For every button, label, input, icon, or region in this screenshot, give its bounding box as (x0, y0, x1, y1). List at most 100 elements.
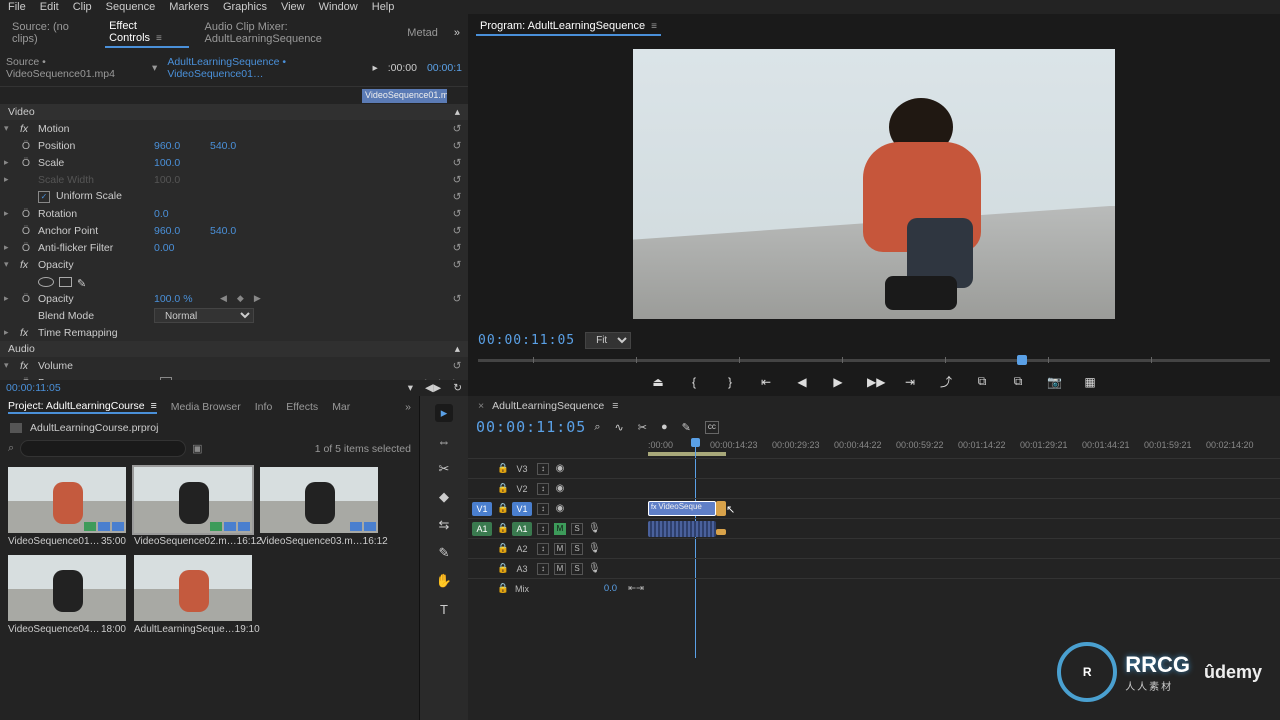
track-header-mix[interactable]: 🔒Mix0.0⇤⇥ (468, 578, 648, 598)
marker-icon[interactable]: ● (661, 421, 668, 434)
lane-v3[interactable] (648, 458, 1280, 478)
lift-button[interactable]: ⤴ (939, 373, 953, 390)
blend-mode-select[interactable]: Normal (154, 308, 254, 323)
tab-metadata[interactable]: Metad (403, 25, 442, 41)
lock-icon[interactable]: 🔒 (497, 523, 507, 534)
mark-out-button[interactable]: } (723, 375, 737, 389)
zoom-out-icon[interactable]: ▾ (408, 382, 413, 394)
voice-icon[interactable]: 🎙 (588, 543, 600, 555)
tab-effect-controls[interactable]: Effect Controls≡ (105, 18, 188, 48)
sync-lock-icon[interactable]: ↕ (537, 543, 549, 555)
audio-section-header[interactable]: Audio▴ (0, 341, 468, 357)
rect-mask-icon[interactable] (59, 277, 72, 287)
prop-blend-mode[interactable]: Blend ModeNormal (0, 307, 468, 324)
caption-icon[interactable]: cc (705, 421, 719, 434)
menu-clip[interactable]: Clip (73, 1, 92, 13)
menu-help[interactable]: Help (372, 1, 395, 13)
thumbnail[interactable] (8, 555, 126, 621)
fx-volume[interactable]: ▾fxVolume↺ (0, 357, 468, 374)
anchor-x[interactable]: 960.0 (154, 225, 204, 237)
reset-icon[interactable]: ↺ (450, 242, 464, 254)
track-header-a3[interactable]: 🔒A3↕MS🎙 (468, 558, 648, 578)
new-bin-icon[interactable]: ▣ (192, 442, 202, 455)
reset-icon[interactable]: ↺ (450, 293, 464, 305)
sync-lock-icon[interactable]: ↕ (537, 523, 549, 535)
extract-button[interactable]: ⧉ (975, 374, 989, 389)
source-patch-a1[interactable]: A1 (472, 522, 492, 536)
tab-source[interactable]: Source: (no clips) (8, 19, 93, 47)
fx-motion[interactable]: ▾fxMotion↺ (0, 120, 468, 137)
menu-graphics[interactable]: Graphics (223, 1, 267, 13)
tab-info[interactable]: Info (255, 401, 273, 413)
linked-selection-icon[interactable]: ∿ (615, 421, 624, 434)
ellipse-mask-icon[interactable] (38, 277, 54, 287)
sync-lock-icon[interactable]: ↕ (537, 503, 549, 515)
reset-icon[interactable]: ↺ (450, 208, 464, 220)
lane-a2[interactable] (648, 538, 1280, 558)
step-back-button[interactable]: ◀ (795, 375, 809, 389)
lock-icon[interactable]: 🔒 (497, 503, 507, 514)
sync-lock-icon[interactable]: ↕ (537, 563, 549, 575)
sync-lock-icon[interactable]: ↕ (537, 463, 549, 475)
settings-icon[interactable]: ✎ (682, 421, 691, 434)
lock-icon[interactable]: 🔒 (497, 463, 507, 474)
timeline-ruler[interactable]: :00:0000:00:14:2300:00:29:2300:00:44:220… (648, 438, 1280, 458)
lock-icon[interactable]: 🔒 (497, 543, 507, 554)
sync-lock-icon[interactable]: ↕ (537, 483, 549, 495)
work-area-bar[interactable] (648, 452, 726, 456)
mark-in-button[interactable]: { (687, 375, 701, 389)
timeline-timecode[interactable]: 00:00:11:05 (476, 418, 586, 436)
track-header-v3[interactable]: 🔒V3↕◉ (468, 458, 648, 478)
mute-button[interactable]: M (554, 543, 566, 555)
fx-time-remapping[interactable]: ▸fxTime Remapping (0, 324, 468, 341)
thumbnail[interactable] (260, 467, 378, 533)
timeline-tab[interactable]: ×AdultLearningSequence≡ (468, 396, 1280, 416)
step-forward-button[interactable]: ▶▶ (867, 375, 881, 389)
prop-anti-flicker[interactable]: ▸ÖAnti-flicker Filter0.00↺ (0, 239, 468, 256)
tab-audio-clip-mixer[interactable]: Audio Clip Mixer: AdultLearningSequence (201, 19, 392, 47)
video-clip[interactable]: fx VideoSeque (648, 501, 716, 516)
thumbnail[interactable] (134, 467, 252, 533)
insert-icon[interactable]: ✂ (638, 421, 647, 434)
bin-item[interactable]: AdultLearningSeque…19:10 (134, 555, 252, 635)
reset-icon[interactable]: ↺ (450, 140, 464, 152)
reset-icon[interactable]: ↺ (450, 191, 464, 203)
anchor-y[interactable]: 540.0 (210, 225, 260, 237)
play-button[interactable]: ▶ (831, 375, 845, 389)
tab-markers[interactable]: Mar (332, 401, 350, 413)
track-header-a1[interactable]: A1🔒A1↕MS🎙 (468, 518, 648, 538)
snap-end-icon[interactable]: ⇤⇥ (628, 583, 644, 594)
bin-item[interactable]: VideoSequence02.m…16:12 (134, 467, 252, 547)
scale-value[interactable]: 100.0 (154, 157, 204, 169)
tabs-overflow-icon[interactable]: » (405, 401, 411, 413)
mute-button[interactable]: M (554, 523, 566, 535)
menu-markers[interactable]: Markers (169, 1, 209, 13)
program-timecode[interactable]: 00:00:11:05 (478, 333, 575, 348)
tab-program[interactable]: Program: AdultLearningSequence≡ (476, 18, 661, 36)
voice-icon[interactable]: 🎙 (588, 563, 600, 575)
thumbnail[interactable] (8, 467, 126, 533)
eye-icon[interactable]: ◉ (554, 463, 566, 475)
lane-a3[interactable] (648, 558, 1280, 578)
reset-icon[interactable]: ↺ (450, 259, 464, 271)
lane-a1[interactable] (648, 518, 1280, 538)
zoom-fit-select[interactable]: Fit (585, 332, 631, 349)
menu-file[interactable]: File (8, 1, 26, 13)
menu-edit[interactable]: Edit (40, 1, 59, 13)
selection-tool[interactable]: ▸ (435, 404, 453, 422)
mini-play-icon[interactable]: ▸ (372, 62, 377, 74)
pen-tool[interactable]: ✎ (435, 544, 453, 562)
eye-icon[interactable]: ◉ (554, 483, 566, 495)
prev-keyframe-icon[interactable]: ◀ (220, 293, 227, 304)
mini-clip[interactable]: VideoSequence01.m (362, 89, 447, 103)
position-y[interactable]: 540.0 (210, 140, 260, 152)
bin-item[interactable]: VideoSequence04…18:00 (8, 555, 126, 635)
tab-project[interactable]: Project: AdultLearningCourse≡ (8, 400, 157, 414)
reset-icon[interactable]: ↺ (450, 123, 464, 135)
lane-v1[interactable]: fx VideoSeque ↖ (648, 498, 1280, 518)
lock-icon[interactable]: 🔒 (497, 583, 507, 594)
comparison-view-button[interactable]: ▦ (1083, 375, 1097, 389)
fx-opacity[interactable]: ▾fxOpacity↺ (0, 256, 468, 273)
panel-menu-icon[interactable]: ≡ (651, 21, 657, 32)
bin-item[interactable]: VideoSequence01…35:00 (8, 467, 126, 547)
